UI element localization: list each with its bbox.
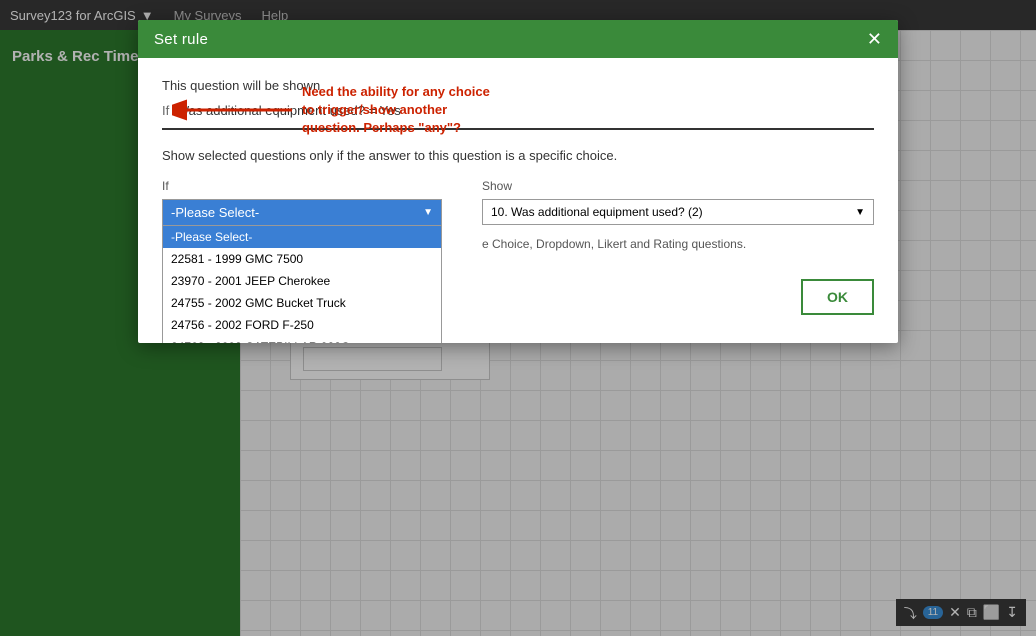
annotation-arrow-svg <box>172 85 292 135</box>
ok-button[interactable]: OK <box>801 279 874 315</box>
dropdown-item-0[interactable]: 22581 - 1999 GMC 7500 <box>163 248 441 270</box>
dropdown-item-1[interactable]: 23970 - 2001 JEEP Cherokee <box>163 270 441 292</box>
show-dropdown[interactable]: 10. Was additional equipment used? (2) ▼ <box>482 199 874 225</box>
if-col-label: If <box>162 179 462 193</box>
dialog-header: Set rule ✕ <box>138 20 898 58</box>
dialog-overlay: Set rule ✕ This question will be shown I… <box>0 0 1036 636</box>
if-dropdown-list[interactable]: -Please Select- 22581 - 1999 GMC 7500 23… <box>162 226 442 343</box>
dropdown-item-4[interactable]: 24768 - 2002 CATEPILLAR 928G <box>163 336 441 343</box>
show-dropdown-selected: 10. Was additional equipment used? (2) <box>491 205 703 219</box>
dropdown-item-2[interactable]: 24755 - 2002 GMC Bucket Truck <box>163 292 441 314</box>
dialog-title: Set rule <box>154 31 208 48</box>
dropdown-item-3[interactable]: 24756 - 2002 FORD F-250 <box>163 314 441 336</box>
annotation-text: Need the ability for any choice to trigg… <box>302 83 502 138</box>
dialog-description: Show selected questions only if the answ… <box>162 148 874 163</box>
set-rule-dialog: Set rule ✕ This question will be shown I… <box>138 20 898 343</box>
show-column: Show 10. Was additional equipment used? … <box>462 179 874 251</box>
if-dropdown-arrow: ▼ <box>423 207 433 218</box>
annotation-container: Need the ability for any choice to trigg… <box>172 83 502 138</box>
dialog-close-button[interactable]: ✕ <box>867 30 882 48</box>
show-dropdown-arrow: ▼ <box>855 207 865 218</box>
show-note: e Choice, Dropdown, Likert and Rating qu… <box>482 237 874 251</box>
show-col-label: Show <box>482 179 874 193</box>
if-dropdown-wrapper: -Please Select- ▼ -Please Select- 22581 … <box>162 199 442 226</box>
if-dropdown-selected: -Please Select- <box>171 205 259 220</box>
dropdown-item-please-select[interactable]: -Please Select- <box>163 226 441 248</box>
if-dropdown-trigger[interactable]: -Please Select- ▼ <box>162 199 442 226</box>
dialog-col-headers: If -Please Select- ▼ -Please Select- 225… <box>162 179 874 251</box>
dialog-body: This question will be shown If Was addit… <box>138 58 898 343</box>
if-column-header: If -Please Select- ▼ -Please Select- 225… <box>162 179 462 251</box>
condition-if-label: If <box>162 103 169 118</box>
